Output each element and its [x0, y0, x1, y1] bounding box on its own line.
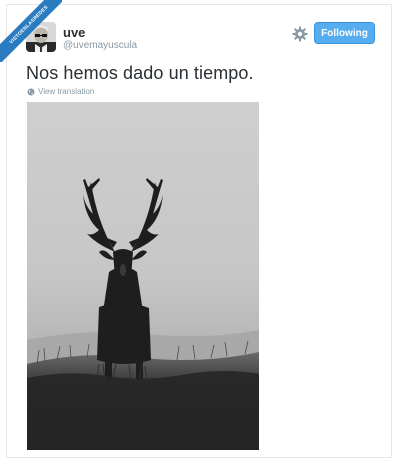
globe-icon — [27, 88, 35, 95]
watermark: VISTOENLASREDES — [0, 0, 62, 62]
view-translation-link[interactable]: View translation — [27, 87, 94, 96]
watermark-text: VISTOENLASREDES — [0, 0, 62, 62]
following-button[interactable]: Following — [314, 22, 375, 44]
tweet-text: Nos hemos dado un tiempo. — [26, 63, 254, 83]
user-name[interactable]: uve — [63, 25, 85, 40]
view-translation-label[interactable]: View translation — [38, 87, 94, 96]
tweet-photo[interactable] — [27, 102, 259, 450]
gear-icon[interactable] — [292, 26, 308, 42]
user-handle[interactable]: @uvemayuscula — [63, 40, 137, 51]
